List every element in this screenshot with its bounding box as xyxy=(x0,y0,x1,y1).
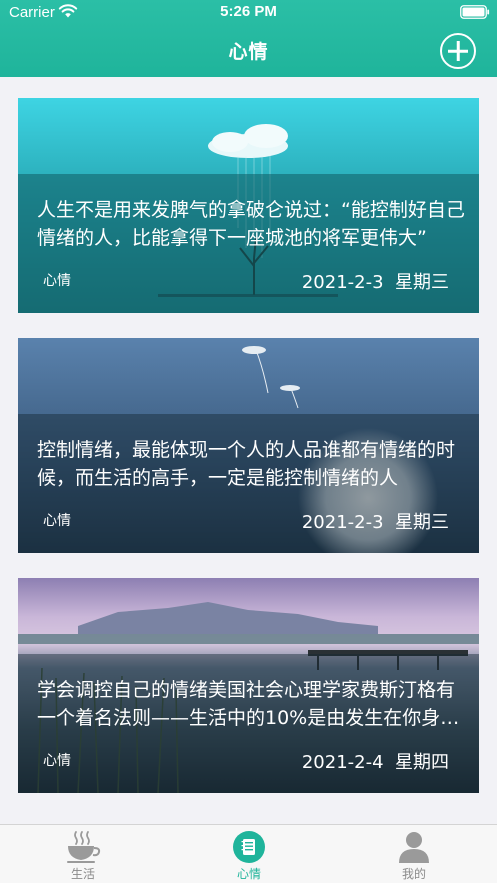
tab-label: 生活 xyxy=(70,867,95,881)
post-tag: 心情 xyxy=(43,273,71,289)
mood-card[interactable]: 人生不是用来发脾气的拿破仑说过：“能控制好自己情绪的人，比能拿得下一座城池的将军… xyxy=(18,98,479,313)
status-bar: Carrier 5:26 PM xyxy=(0,0,497,26)
post-date: 2021-2-4 星期四 xyxy=(302,748,449,774)
tab-mine[interactable]: 我的 xyxy=(331,825,497,883)
post-date-value: 2021-2-4 xyxy=(301,752,384,773)
status-time: 5:26 PM xyxy=(220,3,277,20)
post-text: 人生不是用来发脾气的拿破仑说过：“能控制好自己情绪的人，比能拿得下一座城池的将军… xyxy=(37,199,465,249)
post-weekday: 星期三 xyxy=(395,512,449,533)
coffee-cup-icon xyxy=(67,831,101,863)
mood-card[interactable]: 学会调控自己的情绪美国社会心理学家费斯汀格有一个着名法则——生活中的10%是由发… xyxy=(18,578,479,793)
person-icon xyxy=(399,832,429,863)
post-weekday: 星期三 xyxy=(395,272,449,293)
post-date: 2021-2-3 星期三 xyxy=(302,508,449,534)
tab-label: 我的 xyxy=(401,867,426,881)
page-title: 心情 xyxy=(228,41,269,63)
post-date: 2021-2-3 星期三 xyxy=(302,268,449,294)
tab-label: 心情 xyxy=(236,867,261,881)
tab-mood[interactable]: 心情 xyxy=(166,825,332,883)
battery-icon xyxy=(460,5,490,19)
post-text: 控制情绪，最能体现一个人的人品谁都有情绪的时候，而生活的高手，一定是能控制情绪的… xyxy=(37,439,456,489)
mood-card[interactable]: 控制情绪，最能体现一个人的人品谁都有情绪的时候，而生活的高手，一定是能控制情绪的… xyxy=(18,338,479,553)
post-weekday: 星期四 xyxy=(395,752,449,773)
post-date-value: 2021-2-3 xyxy=(301,512,384,533)
post-tag: 心情 xyxy=(43,513,71,529)
tab-life[interactable]: 生活 xyxy=(0,825,166,883)
post-tag: 心情 xyxy=(43,753,71,769)
notebook-icon xyxy=(233,831,265,863)
post-date-value: 2021-2-3 xyxy=(301,272,384,293)
navigation-header: Carrier 5:26 PM 心情 xyxy=(0,0,497,77)
post-text: 学会调控自己的情绪美国社会心理学家费斯汀格有一个着名法则——生活中的10%是由发… xyxy=(37,679,460,729)
add-post-button[interactable] xyxy=(440,33,476,69)
tab-bar: 生活 心情 我的 xyxy=(0,824,497,883)
